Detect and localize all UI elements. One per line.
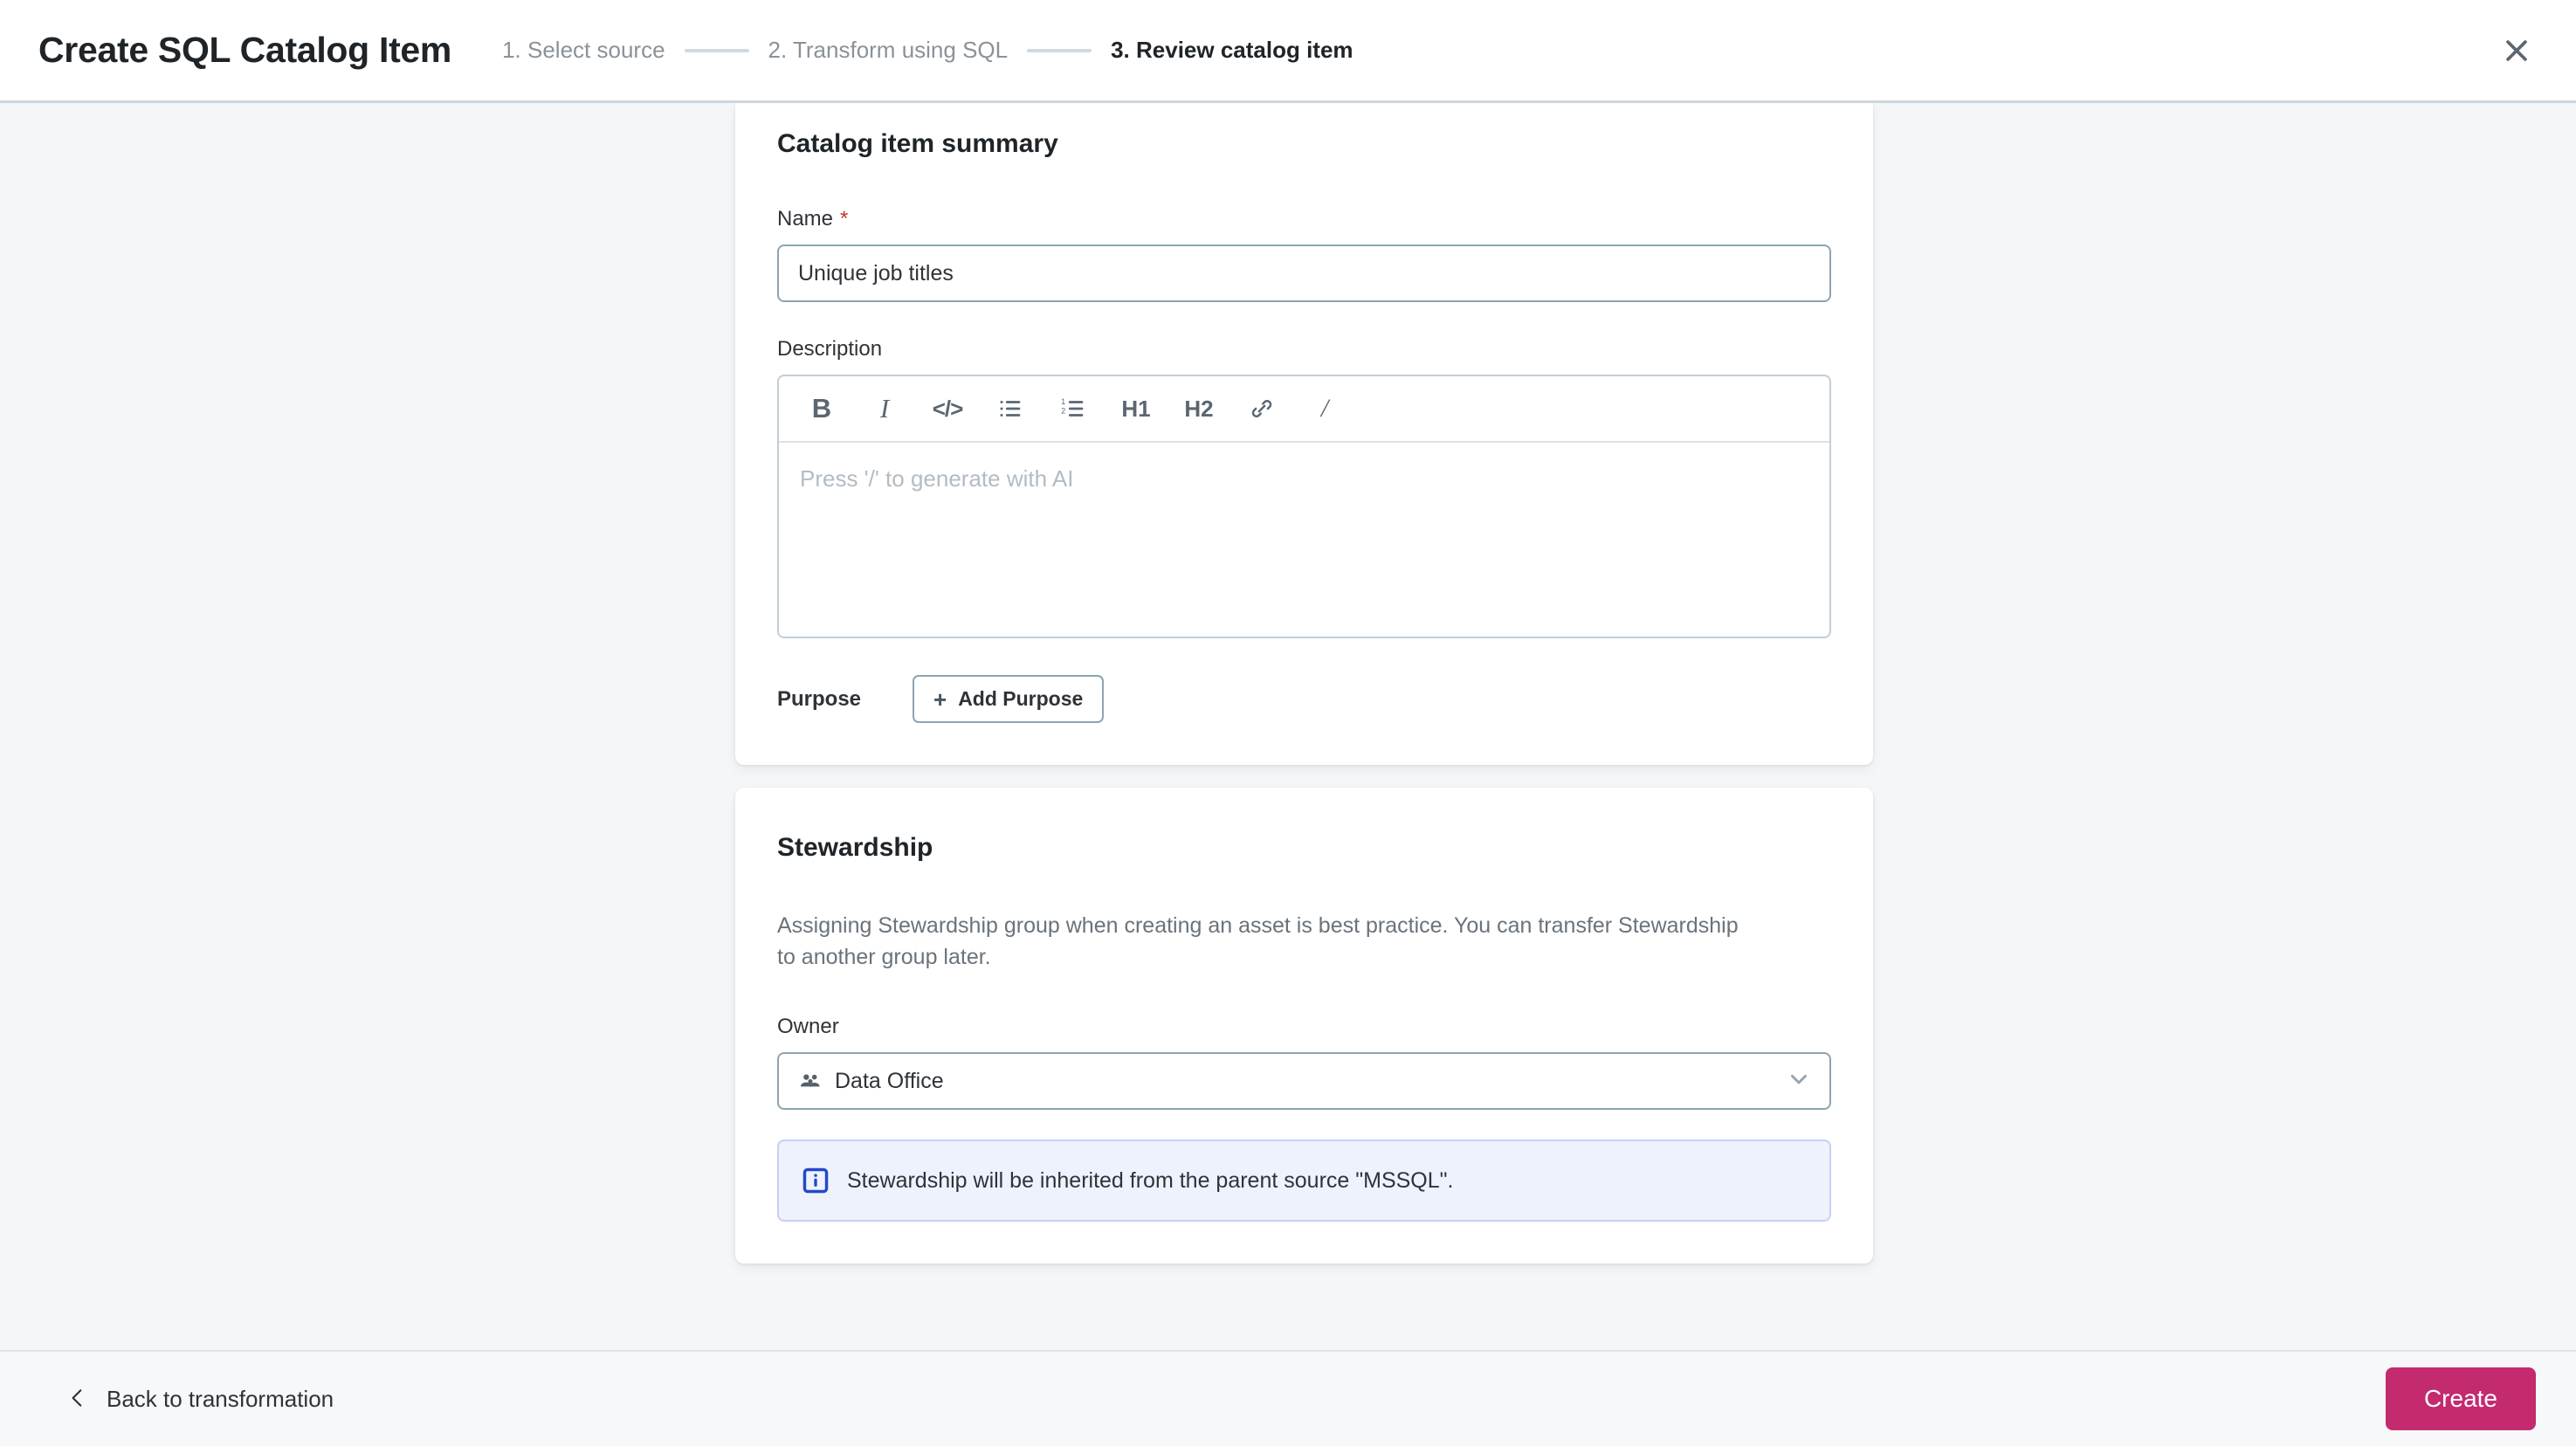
description-label: Description bbox=[777, 337, 1831, 362]
close-button[interactable] bbox=[2492, 26, 2541, 75]
add-purpose-label: Add Purpose bbox=[958, 687, 1084, 710]
wizard-stepper: 1. Select source 2. Transform using SQL … bbox=[502, 37, 1353, 64]
page-title: Create SQL Catalog Item bbox=[38, 30, 452, 70]
plus-icon: + bbox=[933, 685, 947, 713]
info-banner-text: Stewardship will be inherited from the p… bbox=[847, 1167, 1454, 1193]
name-label: Name * bbox=[777, 207, 1831, 231]
code-icon[interactable]: </> bbox=[924, 385, 971, 432]
step-connector-2 bbox=[1027, 48, 1092, 52]
name-input[interactable] bbox=[777, 244, 1831, 302]
user-group-icon bbox=[798, 1069, 823, 1093]
owner-select[interactable]: Data Office bbox=[777, 1052, 1831, 1110]
catalog-item-summary-card: Catalog item summary Name * Description bbox=[735, 103, 1873, 765]
stewardship-info-banner: Stewardship will be inherited from the p… bbox=[777, 1140, 1831, 1222]
summary-card-title: Catalog item summary bbox=[777, 129, 1058, 158]
step-select-source[interactable]: 1. Select source bbox=[502, 37, 665, 64]
heading-2-icon[interactable]: H2 bbox=[1175, 385, 1223, 432]
bold-icon[interactable]: B bbox=[798, 385, 845, 432]
description-editor: B I </> 1 2 H1 H2 / Press '/' to generat… bbox=[777, 375, 1831, 638]
back-to-transformation-button[interactable]: Back to transformation bbox=[66, 1386, 334, 1413]
italic-icon[interactable]: I bbox=[861, 385, 908, 432]
dialog-header: Create SQL Catalog Item 1. Select source… bbox=[0, 0, 2576, 103]
content-column: Catalog item summary Name * Description bbox=[735, 103, 1873, 1264]
owner-select-wrap: Data Office bbox=[777, 1052, 1831, 1110]
bullet-list-icon[interactable] bbox=[987, 385, 1034, 432]
owner-label-text: Owner bbox=[777, 1015, 839, 1038]
info-icon bbox=[802, 1167, 830, 1195]
heading-1-icon[interactable]: H1 bbox=[1112, 385, 1160, 432]
chevron-left-icon bbox=[66, 1387, 89, 1412]
description-label-text: Description bbox=[777, 337, 883, 361]
purpose-label: Purpose bbox=[777, 686, 862, 711]
required-asterisk: * bbox=[840, 207, 849, 231]
owner-value: Data Office bbox=[835, 1068, 944, 1093]
dialog-footer: Back to transformation Create bbox=[0, 1350, 2576, 1446]
description-placeholder: Press '/' to generate with AI bbox=[800, 465, 1074, 492]
step-transform-using-sql[interactable]: 2. Transform using SQL bbox=[768, 37, 1009, 64]
link-icon[interactable] bbox=[1238, 385, 1285, 432]
close-icon bbox=[2502, 36, 2531, 65]
owner-label: Owner bbox=[777, 1015, 1831, 1039]
stewardship-card: Stewardship Assigning Stewardship group … bbox=[735, 788, 1873, 1264]
svg-text:2: 2 bbox=[1061, 407, 1065, 416]
description-editor-area[interactable]: Press '/' to generate with AI bbox=[779, 443, 1829, 637]
step-review-catalog-item[interactable]: 3. Review catalog item bbox=[1111, 37, 1353, 64]
dialog-body[interactable]: Catalog item summary Name * Description bbox=[0, 103, 2576, 1350]
name-label-text: Name bbox=[777, 207, 834, 231]
create-sql-catalog-item-dialog: Create SQL Catalog Item 1. Select source… bbox=[0, 0, 2576, 1446]
editor-toolbar: B I </> 1 2 H1 H2 / bbox=[779, 376, 1829, 443]
slash-command-icon[interactable]: / bbox=[1301, 385, 1348, 432]
add-purpose-button[interactable]: + Add Purpose bbox=[913, 675, 1105, 723]
svg-text:1: 1 bbox=[1061, 397, 1065, 406]
back-button-label: Back to transformation bbox=[107, 1385, 334, 1412]
create-button[interactable]: Create bbox=[2385, 1367, 2536, 1430]
description-field-block: Description B I </> 1 2 H1 H2 / Press '/… bbox=[777, 337, 1831, 638]
purpose-row: Purpose + Add Purpose bbox=[777, 675, 1831, 723]
stewardship-description: Assigning Stewardship group when creatin… bbox=[777, 913, 1739, 969]
stewardship-card-title: Stewardship bbox=[777, 833, 933, 862]
name-field-block: Name * bbox=[777, 207, 1831, 302]
numbered-list-icon[interactable]: 1 2 bbox=[1050, 385, 1097, 432]
step-connector-1 bbox=[684, 48, 749, 52]
